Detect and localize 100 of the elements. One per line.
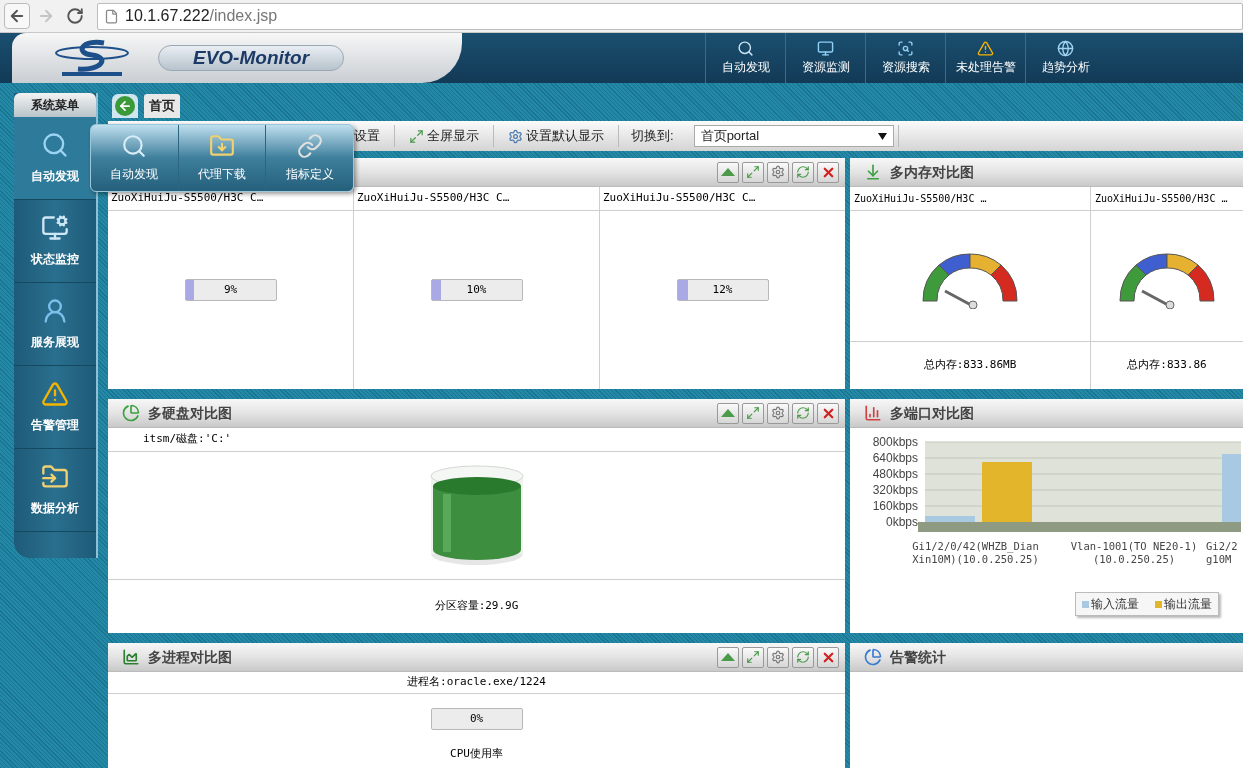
total-memory: 总内存:833.86MB xyxy=(923,357,1017,374)
collapse-button[interactable] xyxy=(717,161,739,183)
metric-label: CPU使用率 xyxy=(450,746,503,762)
folder-download-icon xyxy=(209,133,235,159)
portlet-title: 多内存对比图 xyxy=(890,162,974,182)
toolbar-button[interactable]: 设置默认显示 xyxy=(506,126,606,146)
settings-icon xyxy=(508,128,523,144)
settings-button[interactable] xyxy=(767,646,789,668)
disk-name: itsm/磁盘:'C:' xyxy=(143,431,232,448)
sidebar-item[interactable]: 服务展现 xyxy=(14,283,96,366)
back-button[interactable] xyxy=(4,3,30,29)
sidebar-title: 系统菜单 xyxy=(14,93,96,117)
device-name: ZuoXiHuiJu-S5500/H3C C… xyxy=(354,187,599,211)
close-button[interactable] xyxy=(817,402,839,424)
portlet-title: 多端口对比图 xyxy=(890,403,974,423)
sidebar-item[interactable]: 自动发现 xyxy=(14,117,96,200)
portlet-title: 多进程对比图 xyxy=(148,647,232,667)
triangle-icon xyxy=(721,168,735,176)
globe-icon xyxy=(1057,40,1074,57)
sidebar-item[interactable]: 状态监控 xyxy=(14,200,96,283)
collapse-button[interactable] xyxy=(717,402,739,424)
triangle-icon xyxy=(721,653,735,661)
url-text: 10.1.67.222/index.jsp xyxy=(125,6,278,26)
toolbar-button[interactable]: 全屏显示 xyxy=(407,126,481,146)
refresh-icon xyxy=(796,165,810,179)
bar xyxy=(1222,454,1241,522)
menu-item[interactable]: 代理下载 xyxy=(178,125,267,191)
legend-label: 输出流量 xyxy=(1164,596,1212,613)
expand-icon xyxy=(409,128,424,144)
progress-reading: 10% xyxy=(466,281,487,298)
device-name: ZuoXiHuiJu-S5500/H3C C… xyxy=(600,187,845,211)
refresh-button[interactable] xyxy=(792,646,814,668)
partition-capacity: 分区容量:29.9G xyxy=(434,598,519,615)
page-icon xyxy=(104,8,119,24)
switch-label: 切换到: xyxy=(631,127,674,146)
bar-chart-icon xyxy=(864,404,882,422)
warning-icon xyxy=(977,40,994,57)
progress-reading: 0% xyxy=(469,710,484,727)
collapse-button[interactable] xyxy=(717,646,739,668)
category-label: Vlan-1001(TO NE20-1)(10.0.250.25) xyxy=(1069,540,1199,566)
y-tick-label: 0kbps xyxy=(885,515,918,529)
close-button[interactable] xyxy=(817,646,839,668)
category-label: Gi1/2/0/42(WHZB_DianXin10M)(10.0.250.25) xyxy=(911,540,1040,566)
portlet-title: 告警统计 xyxy=(890,647,946,667)
portlet-title: 多硬盘对比图 xyxy=(148,403,232,423)
settings-button[interactable] xyxy=(767,161,789,183)
category-label: Gi2/2 g10M xyxy=(1206,540,1239,566)
portal-select[interactable]: 首页portal xyxy=(693,125,894,147)
process-name: 进程名:oracle.exe/1224 xyxy=(407,674,546,691)
product-name: EVO-Monitor xyxy=(193,45,310,70)
warning-icon xyxy=(41,380,69,408)
maximize-icon xyxy=(746,406,760,420)
tab[interactable]: 首页 xyxy=(144,94,180,118)
refresh-button[interactable] xyxy=(792,402,814,424)
back-circle-button[interactable] xyxy=(112,94,138,118)
refresh-icon xyxy=(796,406,810,420)
arrow-icon xyxy=(37,7,55,25)
y-tick-label: 800kbps xyxy=(872,435,918,449)
settings-button[interactable] xyxy=(767,402,789,424)
y-tick-label: 480kbps xyxy=(872,467,918,481)
settings-icon xyxy=(771,165,785,179)
total-memory: 总内存:833.86 xyxy=(1127,357,1207,374)
y-tick-label: 160kbps xyxy=(872,499,918,513)
search-icon xyxy=(737,40,754,57)
monitor-gear-icon xyxy=(41,214,69,242)
progress-reading: 12% xyxy=(712,281,733,298)
settings-icon xyxy=(771,406,785,420)
menu-item[interactable]: 自动发现 xyxy=(91,125,179,191)
toolbar-button[interactable]: 设置 xyxy=(352,126,382,146)
download-tray-icon xyxy=(864,163,882,181)
y-tick-label: 320kbps xyxy=(872,483,918,497)
refresh-button[interactable] xyxy=(792,161,814,183)
settings-icon xyxy=(771,650,785,664)
sidebar-item[interactable]: 告警管理 xyxy=(14,366,96,449)
refresh-icon xyxy=(796,650,810,664)
monitor-icon xyxy=(817,40,834,57)
maximize-icon xyxy=(746,650,760,664)
logo-icon xyxy=(52,39,132,77)
maximize-button[interactable] xyxy=(742,402,764,424)
search-icon xyxy=(121,133,148,159)
legend-label: 输入流量 xyxy=(1091,596,1139,613)
bar xyxy=(925,516,975,522)
close-button[interactable] xyxy=(817,161,839,183)
device-name: ZuoXiHuiJu-S5500/H3C … xyxy=(1091,187,1243,211)
area-chart-icon xyxy=(122,648,140,666)
search-icon xyxy=(41,131,69,159)
caret-icon xyxy=(877,132,887,140)
device-name: ZuoXiHuiJu-S5500/H3C … xyxy=(850,187,1090,211)
address-bar[interactable]: 10.1.67.222/index.jsp xyxy=(97,2,1243,30)
arrow-icon xyxy=(118,99,132,113)
pie-chart-icon xyxy=(122,404,140,422)
sidebar-item[interactable]: 数据分析 xyxy=(14,449,96,532)
bar xyxy=(982,462,1032,522)
reload-icon xyxy=(66,7,84,25)
progress-reading: 9% xyxy=(223,281,238,298)
maximize-button[interactable] xyxy=(742,646,764,668)
scan-search-icon xyxy=(897,40,914,57)
pie-chart-icon xyxy=(864,648,882,666)
maximize-button[interactable] xyxy=(742,161,764,183)
y-tick-label: 640kbps xyxy=(872,451,918,465)
